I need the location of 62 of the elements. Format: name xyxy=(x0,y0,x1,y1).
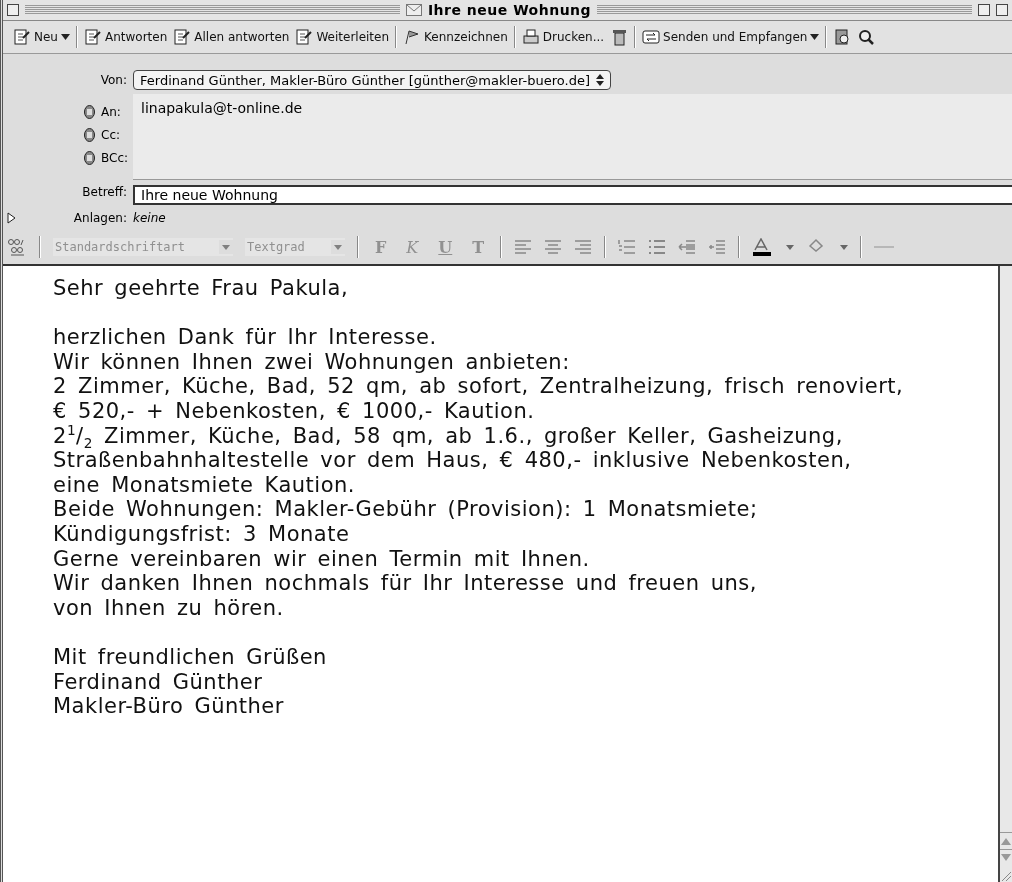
caret-icon xyxy=(331,240,345,254)
caret-icon xyxy=(810,34,820,40)
field-label: BCc: xyxy=(101,150,127,165)
text-line: Straßenbahnhaltestelle vor dem Haus, € 480,- inklusive Nebenkosten, xyxy=(53,448,853,473)
text-line: Mit freundlichen Grüßen xyxy=(53,644,328,670)
document-icon xyxy=(13,28,31,46)
find-button[interactable] xyxy=(857,28,876,46)
toolbar-button[interactable]: Antworten xyxy=(83,28,168,46)
recipient-address: linapakula@t-online.de xyxy=(141,100,303,116)
text-line: Ferdinand Günther xyxy=(53,669,264,695)
toolbar-button[interactable]: Kennzeichnen xyxy=(403,28,508,46)
address-book-icon[interactable] xyxy=(84,150,95,165)
disclosure-triangle-icon[interactable] xyxy=(7,212,16,224)
text-line: herzlichen Dank für Ihr Interesse. xyxy=(53,325,438,350)
document-icon xyxy=(295,28,314,46)
search-icon xyxy=(857,28,876,46)
document-icon xyxy=(83,28,102,46)
text-line: Beide Wohnungen: Makler-Gebühr (Provision): 1 Monatsmiete; xyxy=(53,497,759,522)
text-line: 2 Zimmer, Küche, Bad, 52 qm, ab sofort, Zentralheizung, frisch renoviert, xyxy=(53,374,905,399)
attachments-value: keine xyxy=(133,211,166,225)
arrows-icon xyxy=(642,28,661,46)
envelope-icon xyxy=(405,4,422,16)
toolbar-button[interactable]: Allen antworten xyxy=(173,28,290,46)
close-box[interactable] xyxy=(7,4,19,16)
recipient-field[interactable]: linapakula@t-online.de xyxy=(133,94,1012,180)
subject-field[interactable]: Ihre neue Wohnung xyxy=(133,185,1012,205)
text-line: Makler-Büro Günther xyxy=(53,694,285,719)
zoom-box[interactable] xyxy=(978,4,990,16)
toolbar-button[interactable]: Weiterleiten xyxy=(295,28,390,46)
collapse-box[interactable] xyxy=(996,4,1008,16)
field-label: Von: xyxy=(99,73,128,87)
text-line: von Ihnen zu hören. xyxy=(53,595,285,621)
toolbar-button[interactable]: Drucken... xyxy=(521,28,605,46)
text-line: € 520,- + Nebenkosten, € 1000,- Kaution. xyxy=(53,398,536,424)
sender-popup[interactable]: Ferdinand Günther, Makler-Büro Günther [günther@makler-buero.de] xyxy=(133,70,611,90)
caret-icon xyxy=(60,34,70,40)
address-book-icon[interactable] xyxy=(84,104,95,119)
field-label: Betreff: xyxy=(81,185,128,199)
field-label: Anlagen: xyxy=(72,211,128,225)
text-line: Gerne vereinbaren wir einen Termin mit Ihnen. xyxy=(53,546,591,572)
document-icon xyxy=(173,28,192,46)
trash-icon xyxy=(610,28,629,46)
window-title: Ihre neue Wohnung xyxy=(427,2,592,18)
field-label: Cc: xyxy=(101,127,122,142)
book-icon xyxy=(833,28,852,46)
book-button[interactable] xyxy=(833,28,852,46)
text-line: Wir danken Ihnen nochmals für Ihr Interesse und freuen uns, xyxy=(53,571,758,596)
text-line: Sehr geehrte Frau Pakula, xyxy=(53,276,350,301)
address-book-icon[interactable] xyxy=(84,127,95,142)
text-line: eine Monatsmiete Kaution. xyxy=(53,472,356,498)
field-label: An: xyxy=(101,104,122,119)
text-line: 2$^{1}$/$_{2}$ Zimmer, Küche, Bad, 58 qm, ab 1.6., großer Keller, Gasheizung, xyxy=(53,423,844,449)
trash-button[interactable] xyxy=(610,28,629,46)
text-line: Wir können Ihnen zwei Wohnungen anbieten: xyxy=(53,349,571,375)
toolbar-button[interactable]: Senden und Empfangen xyxy=(642,28,820,46)
toolbar-button[interactable]: Neu xyxy=(13,28,70,46)
message-body[interactable] xyxy=(3,266,1000,882)
stepper-icon xyxy=(596,74,604,86)
printer-icon xyxy=(521,28,540,46)
caret-icon xyxy=(219,240,233,254)
scroll-bar[interactable] xyxy=(1000,266,1012,882)
text-line: Kündigungsfrist: 3 Monate xyxy=(53,521,351,547)
